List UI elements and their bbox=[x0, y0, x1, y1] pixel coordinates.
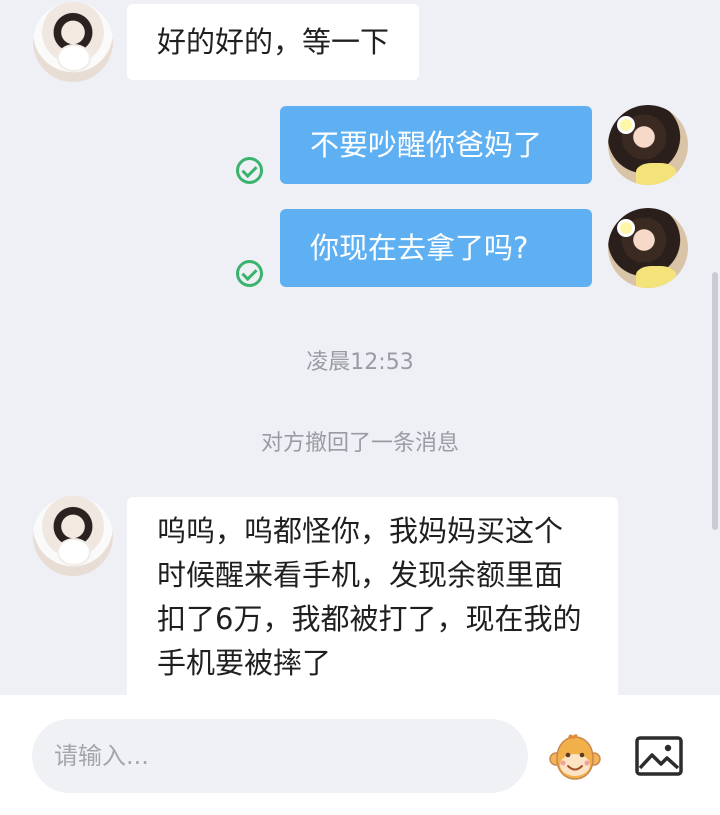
message-bubble-outgoing[interactable]: 你现在去拿了吗? bbox=[280, 209, 592, 287]
image-icon[interactable] bbox=[634, 735, 684, 777]
contact-avatar[interactable] bbox=[33, 2, 113, 82]
chat-area[interactable]: 好的好的，等一下 不要吵醒你爸妈了 你现在去拿了吗? 凌晨12:53 对方撤回了… bbox=[0, 0, 720, 695]
message-input[interactable] bbox=[32, 719, 528, 793]
check-circle-icon bbox=[236, 157, 263, 184]
recall-notice: 对方撤回了一条消息 bbox=[260, 431, 459, 456]
contact-avatar[interactable] bbox=[33, 496, 113, 576]
my-avatar[interactable] bbox=[608, 208, 688, 288]
check-circle-icon bbox=[236, 260, 263, 287]
input-bar bbox=[0, 695, 720, 815]
message-timestamp: 凌晨12:53 bbox=[306, 350, 414, 375]
message-bubble-incoming[interactable]: 好的好的，等一下 bbox=[127, 4, 420, 80]
my-avatar[interactable] bbox=[608, 105, 688, 185]
monkey-emoji-icon[interactable] bbox=[549, 733, 601, 781]
scrollbar[interactable] bbox=[712, 272, 718, 530]
message-bubble-incoming[interactable]: 呜呜，呜都怪你，我妈妈买这个时候醒来看手机，发现余额里面扣了6万，我都被打了，现… bbox=[127, 497, 618, 695]
message-bubble-outgoing[interactable]: 不要吵醒你爸妈了 bbox=[280, 106, 592, 184]
